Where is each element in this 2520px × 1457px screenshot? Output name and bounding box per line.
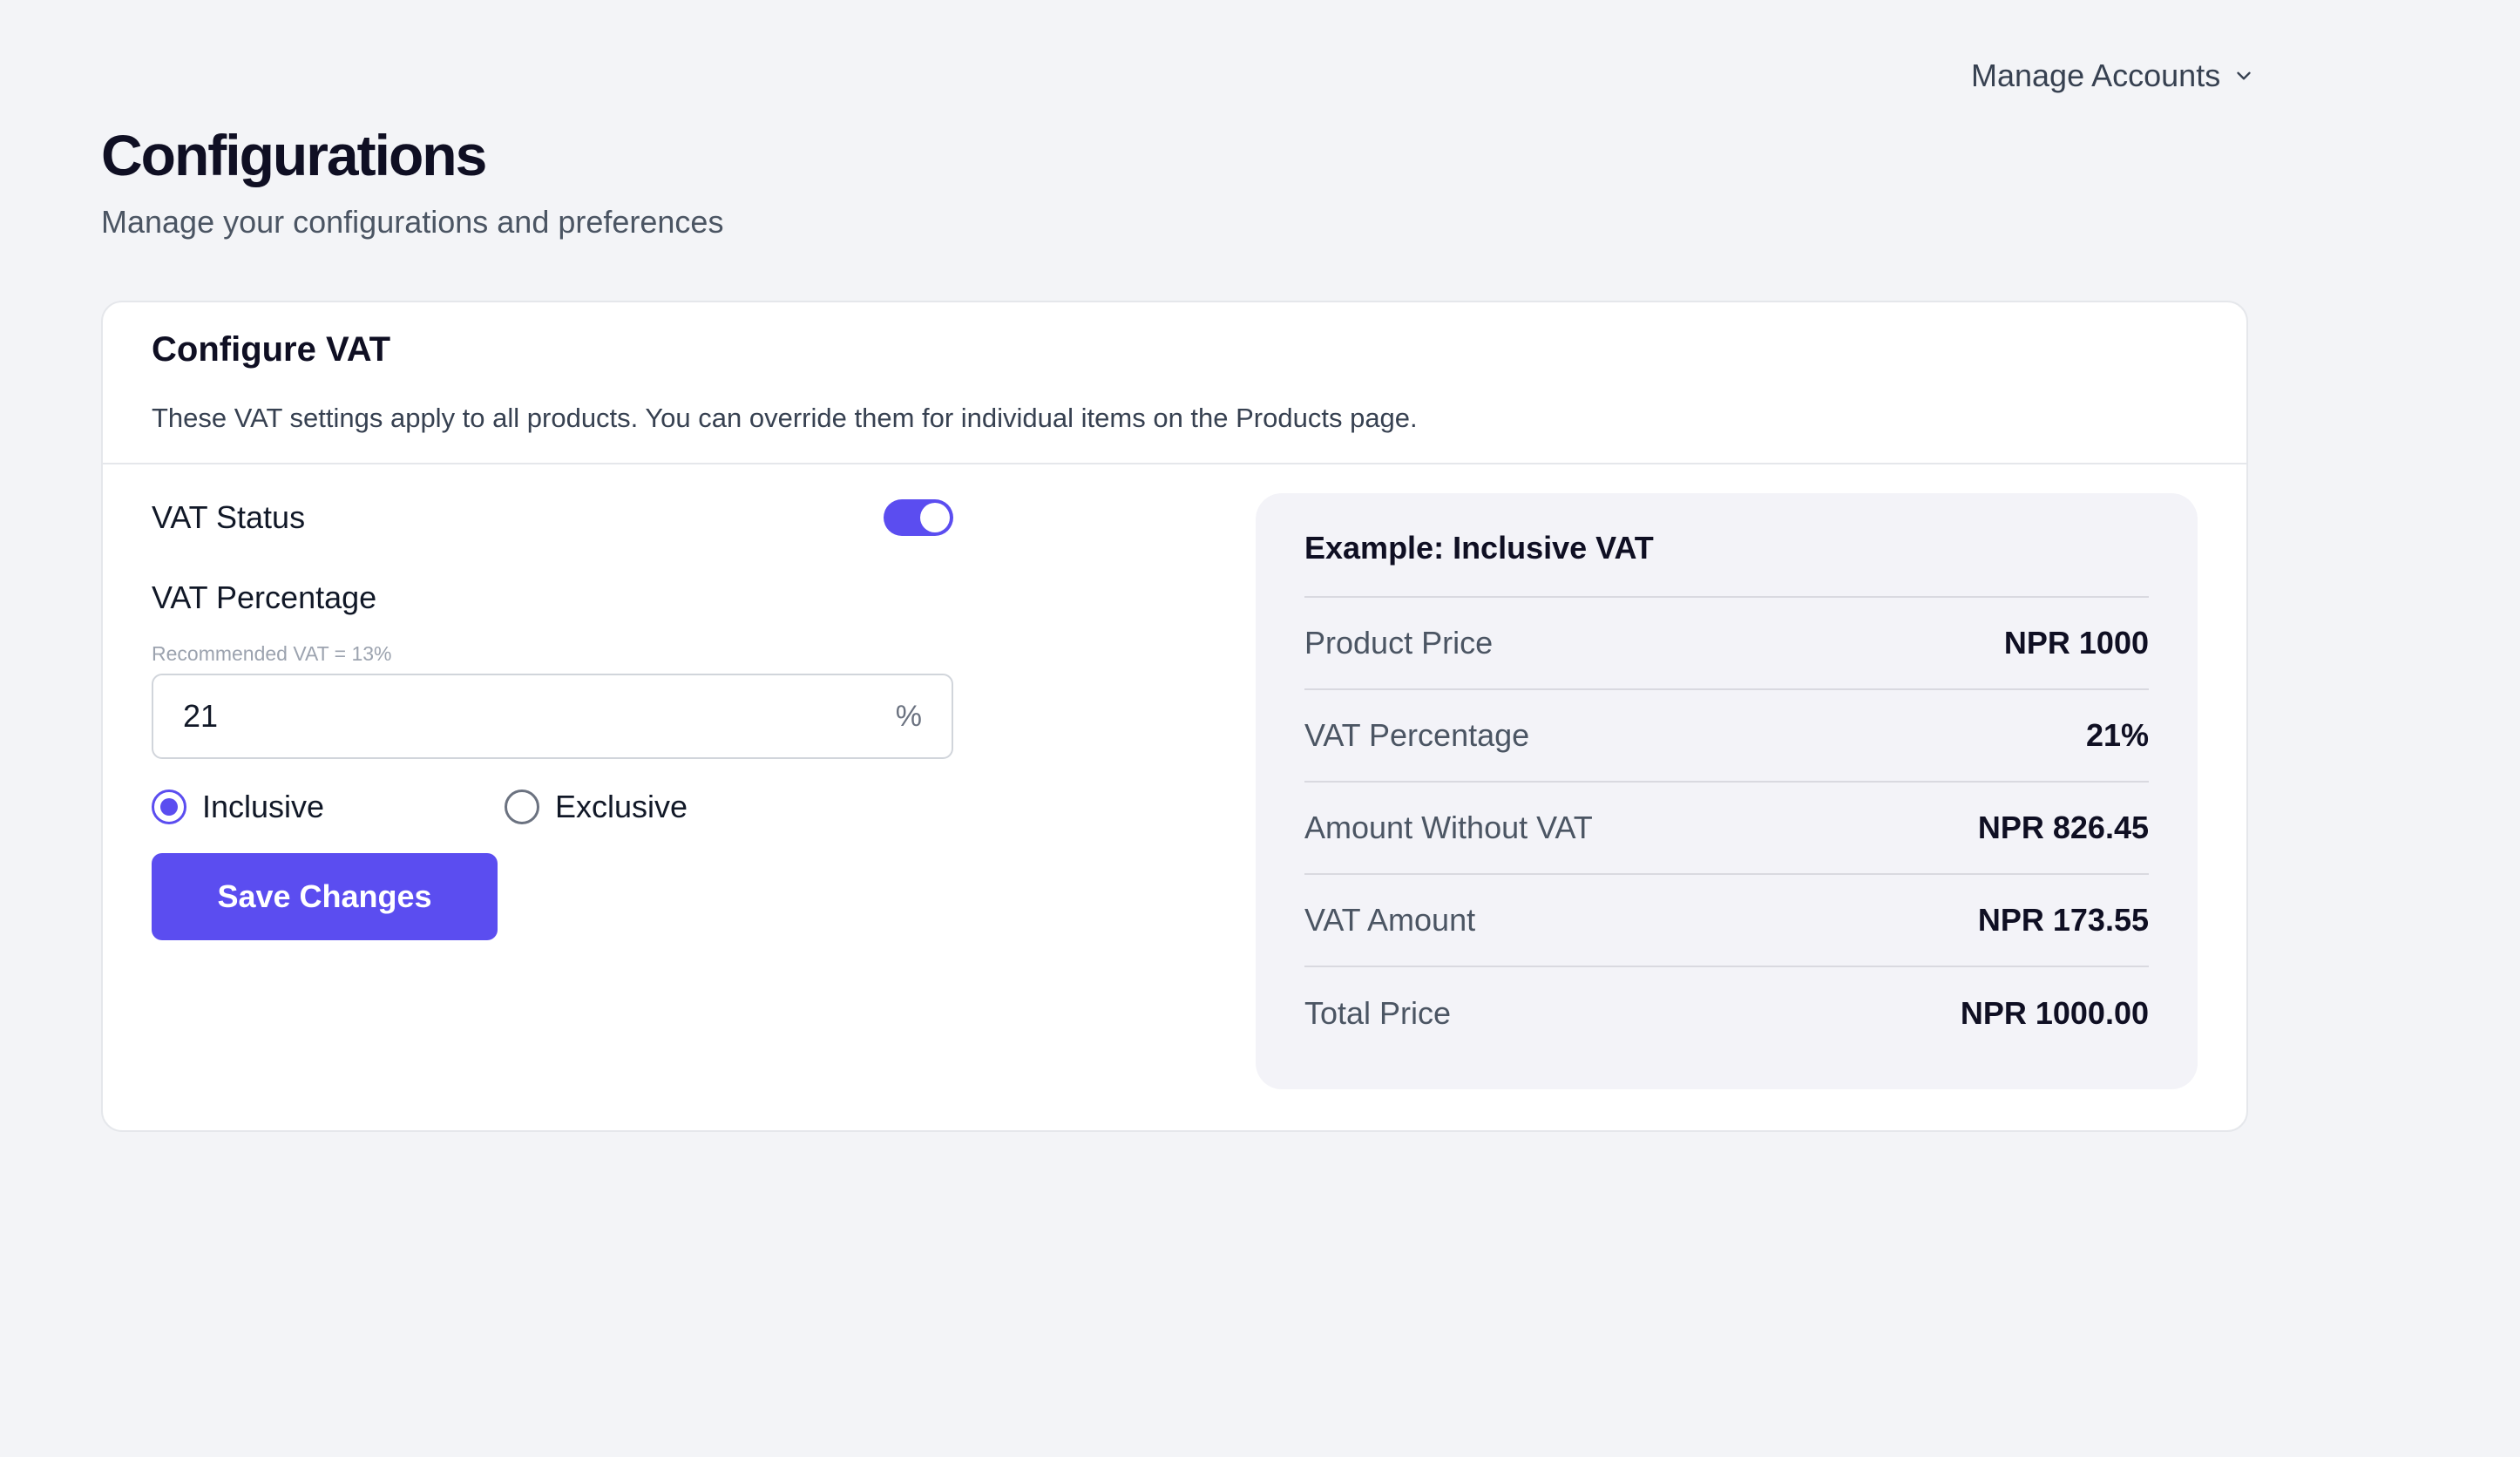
radio-inclusive[interactable]: Inclusive — [152, 789, 505, 825]
example-row: Total Price NPR 1000.00 — [1304, 967, 2149, 1060]
toggle-knob — [920, 503, 950, 532]
example-row: VAT Percentage 21% — [1304, 690, 2149, 783]
percent-suffix: % — [895, 699, 922, 733]
card-description: These VAT settings apply to all products… — [152, 403, 1418, 433]
radio-unchecked-icon — [505, 789, 539, 824]
configurations-page: Manage Accounts Configurations Manage yo… — [0, 0, 2520, 1457]
vat-percentage-input[interactable] — [183, 698, 896, 735]
example-row-label: VAT Percentage — [1304, 717, 1530, 753]
vat-percentage-field: % — [152, 674, 953, 759]
page-title: Configurations — [101, 123, 487, 187]
page-subtitle: Manage your configurations and preferenc… — [101, 204, 724, 240]
example-row-label: Total Price — [1304, 995, 1452, 1031]
chevron-down-icon — [2237, 71, 2251, 80]
example-row-value: NPR 173.55 — [1977, 902, 2149, 938]
example-row-label: Amount Without VAT — [1304, 810, 1593, 845]
example-title: Example: Inclusive VAT — [1304, 530, 2149, 598]
vat-status-toggle[interactable] — [884, 499, 953, 536]
manage-accounts-label: Manage Accounts — [1971, 58, 2221, 93]
example-row: VAT Amount NPR 173.55 — [1304, 875, 2149, 967]
configure-vat-card: Configure VAT These VAT settings apply t… — [101, 301, 2248, 1132]
card-header: Configure VAT These VAT settings apply t… — [103, 302, 2246, 464]
radio-exclusive-label: Exclusive — [555, 789, 688, 824]
example-panel: Example: Inclusive VAT Product Price NPR… — [1256, 493, 2198, 1089]
vat-percentage-label: VAT Percentage — [152, 579, 377, 615]
vat-status-row: VAT Status — [152, 499, 953, 536]
example-row: Amount Without VAT NPR 826.45 — [1304, 783, 2149, 875]
save-changes-button[interactable]: Save Changes — [152, 853, 498, 940]
radio-exclusive[interactable]: Exclusive — [505, 789, 688, 825]
example-row-value: NPR 1000.00 — [1960, 995, 2149, 1031]
radio-checked-icon — [152, 789, 186, 824]
vat-status-label: VAT Status — [152, 499, 306, 535]
manage-accounts-dropdown[interactable]: Manage Accounts — [1971, 58, 2255, 94]
example-row-value: 21% — [2085, 717, 2149, 753]
example-row: Product Price NPR 1000 — [1304, 598, 2149, 690]
radio-inclusive-label: Inclusive — [202, 789, 325, 824]
example-row-label: Product Price — [1304, 625, 1494, 661]
vat-type-radio-group: Inclusive Exclusive — [152, 789, 688, 825]
example-row-label: VAT Amount — [1304, 902, 1476, 938]
recommended-vat-hint: Recommended VAT = 13% — [152, 642, 392, 665]
card-title: Configure VAT — [152, 330, 391, 369]
example-row-value: NPR 826.45 — [1977, 810, 2149, 845]
example-row-value: NPR 1000 — [2003, 625, 2149, 661]
